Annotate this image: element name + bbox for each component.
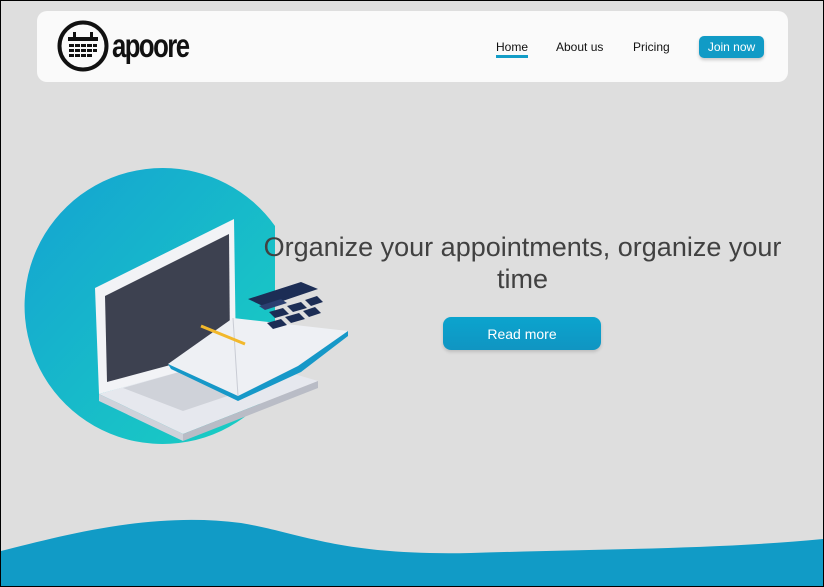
nav-about-link[interactable]: About us xyxy=(556,40,603,54)
hero-headline: Organize your appointments, organize you… xyxy=(263,232,782,294)
nav-active-indicator xyxy=(496,55,528,58)
calendar-icon xyxy=(57,20,109,72)
join-now-button[interactable]: Join now xyxy=(699,36,764,58)
laptop-notebook-calendar-illustration xyxy=(24,167,348,444)
nav-pricing-link[interactable]: Pricing xyxy=(633,40,670,54)
read-more-button[interactable]: Read more xyxy=(443,317,601,350)
brand-logo[interactable]: apoore xyxy=(57,20,210,72)
bottom-wave xyxy=(1,519,823,586)
nav-home-link[interactable]: Home xyxy=(496,40,528,54)
page: apoore Home About us Pricing Join now Or… xyxy=(1,1,823,586)
navbar: apoore Home About us Pricing Join now xyxy=(37,11,788,82)
brand-name: apoore xyxy=(112,27,190,64)
